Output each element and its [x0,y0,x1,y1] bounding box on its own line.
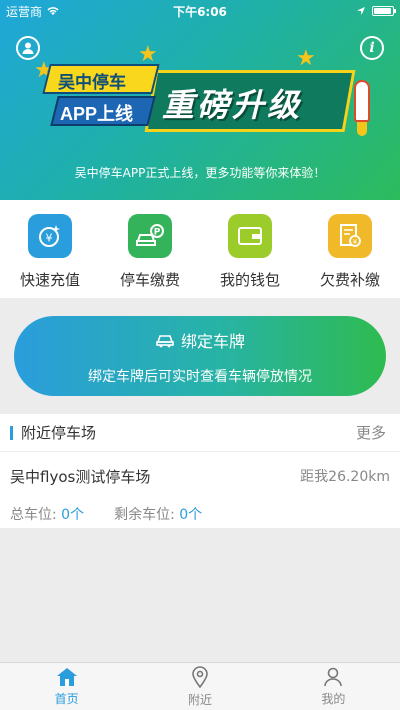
bill-icon: ¥ [328,214,372,258]
location-pin-icon [192,665,208,688]
free-spaces-label: 剩余车位: [114,507,175,523]
action-label: 欠费补缴 [319,271,380,289]
quick-actions: ¥ 快速充值 P 停车缴费 我的钱包 ¥ 欠费补缴 [0,200,400,298]
svg-text:P: P [154,228,161,238]
bind-plate-description: 绑定车牌后可实时查看车辆停放情况 [88,369,312,385]
banner-headline: 重磅升级 [162,87,303,123]
user-icon [22,42,34,54]
bind-plate-card[interactable]: 绑定车牌 绑定车牌后可实时查看车辆停放情况 [14,316,386,396]
total-spaces-label: 总车位: [10,507,57,523]
tab-label: 附近 [187,692,212,707]
tab-nearby[interactable]: 附近 [133,663,266,710]
parking-lot-name: 吴中flyos测试停车场 [10,468,151,486]
ribbon-line1: 吴中停车 [58,73,126,92]
user-profile-button[interactable] [16,36,40,60]
bind-plate-title: 绑定车牌 [180,332,245,351]
promo-banner[interactable]: 运营商 下午6:06 i ★ ★ ★ 重磅升级 吴中停车 APP上线 吴中停车A… [0,0,400,200]
rocket-flame [357,122,367,136]
wallet-icon [228,214,272,258]
action-label: 我的钱包 [219,271,280,289]
home-icon [56,667,77,686]
parking-lot-item[interactable]: 吴中flyos测试停车场 距我26.20km 总车位: 0个 剩余车位: 0个 [0,452,400,524]
free-spaces-value: 0个 [179,507,203,523]
action-label: 停车缴费 [119,271,180,289]
section-accent-bar [10,425,13,440]
svg-text:¥: ¥ [46,232,53,245]
action-arrears-payment[interactable]: ¥ 欠费补缴 [300,214,400,290]
tab-label: 我的 [321,691,346,706]
total-spaces: 总车位: 0个 [10,504,84,524]
nearby-header: 附近停车场 更多 [0,414,400,452]
location-arrow-icon [357,7,365,15]
status-bar: 运营商 下午6:06 [0,0,400,22]
banner-ribbon: 吴中停车 APP上线 [42,56,160,130]
tab-label: 首页 [54,691,79,706]
bottom-tab-bar: 首页 附近 我的 [0,662,400,710]
parking-lot-distance: 距我26.20km [300,469,390,485]
info-icon: i [369,40,375,56]
info-button[interactable]: i [360,36,384,60]
banner-subtitle: 吴中停车APP正式上线，更多功能等你来体验！ [74,166,326,180]
star-icon: ★ [296,46,316,71]
nearby-title: 附近停车场 [21,424,97,442]
carrier-label: 运营商 [6,4,43,19]
ribbon-line2: APP上线 [60,104,134,124]
rocket-icon [354,80,370,122]
nearby-parking-section: 附近停车场 更多 吴中flyos测试停车场 距我26.20km 总车位: 0个 … [0,414,400,528]
total-spaces-value: 0个 [61,507,85,523]
tab-profile[interactable]: 我的 [267,663,400,710]
battery-icon [372,6,396,16]
action-label: 快速充值 [19,271,80,289]
car-parking-icon: P [128,214,172,258]
person-icon [324,667,343,686]
action-my-wallet[interactable]: 我的钱包 [200,214,300,290]
svg-text:¥: ¥ [353,238,358,246]
car-icon [156,335,174,348]
clock: 下午6:06 [173,4,227,19]
yuan-recharge-icon: ¥ [28,214,72,258]
free-spaces: 剩余车位: 0个 [114,504,202,524]
more-link[interactable]: 更多 [356,422,386,443]
wifi-icon [47,7,59,15]
action-parking-payment[interactable]: P 停车缴费 [100,214,200,290]
tab-home[interactable]: 首页 [0,663,133,710]
action-quick-recharge[interactable]: ¥ 快速充值 [0,214,100,290]
